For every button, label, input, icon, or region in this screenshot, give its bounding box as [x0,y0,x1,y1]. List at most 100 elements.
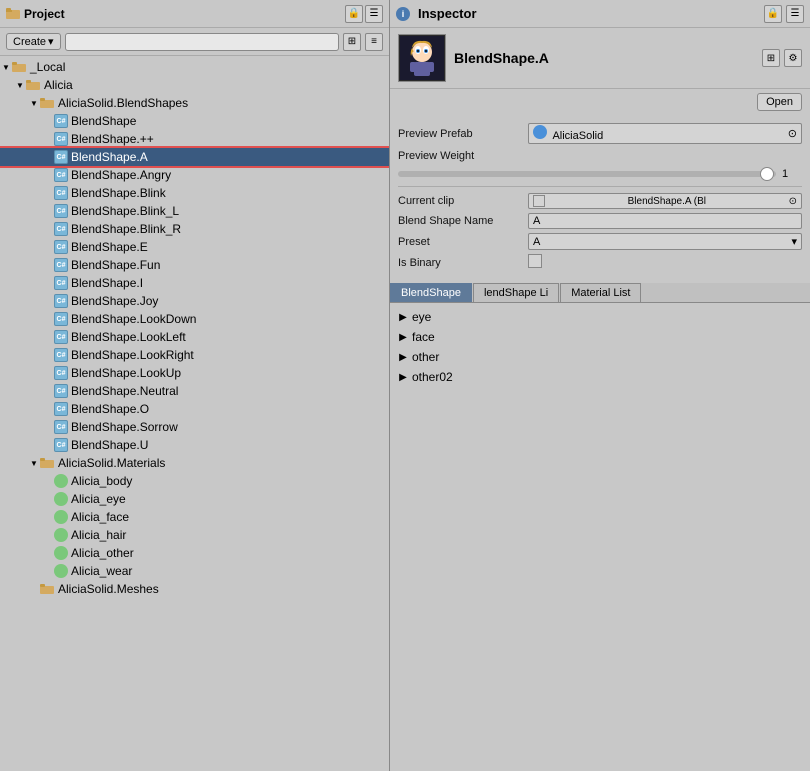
tree-item-bs-blink-r[interactable]: C#BlendShape.Blink_R [0,220,389,238]
project-tree: ▼ _Local▼ Alicia▼ AliciaSolid.BlendShape… [0,56,389,771]
tree-item-alicia-materials[interactable]: ▼ AliciaSolid.Materials [0,454,389,472]
open-button[interactable]: Open [757,93,802,111]
clip-dropdown[interactable]: BlendShape.A (Bl ⊙ [528,193,802,209]
tree-label-alicia-materials: AliciaSolid.Materials [58,456,165,470]
tree-item-bs-i[interactable]: C#BlendShape.I [0,274,389,292]
material-icon-other [54,546,68,560]
inspector-item-eye[interactable]: ▶eye [390,307,810,327]
tree-label-bs-lookleft: BlendShape.LookLeft [71,330,186,344]
tree-item-alicia-meshes[interactable]: AliciaSolid.Meshes [0,580,389,598]
preset-dropdown[interactable]: A ▾ [528,233,802,250]
tree-label-bs-blink: BlendShape.Blink [71,186,166,200]
script-icon-bs-pp: C# [54,132,68,146]
is-binary-value [528,254,802,271]
inspector-menu-icon[interactable]: ☰ [786,5,804,23]
tree-item-body[interactable]: Alicia_body [0,472,389,490]
arrow-local: ▼ [0,63,12,72]
folder-icon-alicia-meshes [40,583,56,595]
project-title: Project [6,7,345,21]
asset-icon-btn[interactable]: ⊞ [762,49,780,67]
slider-value: 1 [782,168,802,180]
prefab-dropdown[interactable]: AliciaSolid ⊙ [528,123,802,144]
is-binary-checkbox[interactable] [528,254,542,268]
tree-item-alicia-blendshapes[interactable]: ▼ AliciaSolid.BlendShapes [0,94,389,112]
filter-icon[interactable]: ⊞ [343,33,361,51]
folder-icon [6,7,20,21]
tree-item-alicia[interactable]: ▼ Alicia [0,76,389,94]
tab-bar: BlendShapelendShape LiMaterial List [390,283,810,303]
script-icon-bs-lookdown: C# [54,312,68,326]
inspector-lock-icon[interactable]: 🔒 [764,5,782,23]
material-icon-face [54,510,68,524]
material-icon-hair [54,528,68,542]
tree-label-hair: Alicia_hair [71,528,126,542]
tree-item-bs-lookleft[interactable]: C#BlendShape.LookLeft [0,328,389,346]
tab-material-list[interactable]: Material List [560,283,641,302]
tree-item-local[interactable]: ▼ _Local [0,58,389,76]
tree-label-bs-neutral: BlendShape.Neutral [71,384,178,398]
script-icon-bs-sorrow: C# [54,420,68,434]
tree-item-bs-sorrow[interactable]: C#BlendShape.Sorrow [0,418,389,436]
inspector-item-face[interactable]: ▶ face [390,327,810,347]
open-btn-row: Open [390,89,810,115]
clip-checkbox [533,195,545,207]
tree-item-bs-joy[interactable]: C#BlendShape.Joy [0,292,389,310]
script-icon-bs-fun: C# [54,258,68,272]
tab-blendshape[interactable]: BlendShape [390,283,472,302]
asset-gear-btn[interactable]: ⚙ [784,49,802,67]
search-input[interactable] [65,33,339,51]
folder-icon-alicia [26,79,42,91]
tree-item-other[interactable]: Alicia_other [0,544,389,562]
weight-slider[interactable] [398,171,776,177]
inspector-item-other[interactable]: ▶other [390,347,810,367]
layout-icon[interactable]: ≡ [365,33,383,51]
tree-item-bs-e[interactable]: C#BlendShape.E [0,238,389,256]
blend-shape-name-input[interactable]: A [528,213,802,229]
tab-lendshape-li[interactable]: lendShape Li [473,283,559,302]
header-icons: 🔒 ☰ [345,5,383,23]
tree-item-bs-fun[interactable]: C#BlendShape.Fun [0,256,389,274]
inspector-title: Inspector [418,6,760,21]
tree-item-bs-o[interactable]: C#BlendShape.O [0,400,389,418]
tree-item-eye[interactable]: Alicia_eye [0,490,389,508]
preview-prefab-row: Preview Prefab AliciaSolid ⊙ [398,121,802,146]
asset-name-container: BlendShape.A [454,50,754,66]
lock-icon[interactable]: 🔒 [345,5,363,23]
inspector-header: i Inspector 🔒 ☰ [390,0,810,28]
script-icon-bs-lookup: C# [54,366,68,380]
tree-item-bs-a[interactable]: C#BlendShape.A [0,148,389,166]
tree-item-bs-neutral[interactable]: C#BlendShape.Neutral [0,382,389,400]
tree-item-bs-lookdown[interactable]: C#BlendShape.LookDown [0,310,389,328]
script-icon-bs-lookleft: C# [54,330,68,344]
inspector-item-other02[interactable]: ▶other02 [390,367,810,387]
tri-arrow-eye: ▶ [398,312,408,322]
is-binary-label: Is Binary [398,257,528,269]
script-icon-bs-neutral: C# [54,384,68,398]
tree-item-bs-blink-l[interactable]: C#BlendShape.Blink_L [0,202,389,220]
tree-item-bs-blink[interactable]: C#BlendShape.Blink [0,184,389,202]
tree-item-bs-angry[interactable]: C#BlendShape.Angry [0,166,389,184]
tree-item-bs-pp[interactable]: C#BlendShape.++ [0,130,389,148]
tree-item-bs-lookup[interactable]: C#BlendShape.LookUp [0,364,389,382]
tree-label-body: Alicia_body [71,474,132,488]
arrow-alicia: ▼ [14,81,26,90]
preview-weight-label: Preview Weight [398,150,528,162]
slider-thumb[interactable] [760,167,774,181]
tree-label-eye: Alicia_eye [71,492,126,506]
script-icon-bs-u: C# [54,438,68,452]
create-button[interactable]: Create ▾ [6,33,61,50]
tri-arrow-face: ▶ [398,332,408,342]
tree-item-face[interactable]: Alicia_face [0,508,389,526]
tree-item-bs-u[interactable]: C#BlendShape.U [0,436,389,454]
tree-label-local: _Local [30,60,65,74]
tree-item-bs-base[interactable]: C#BlendShape [0,112,389,130]
script-icon-bs-a: C# [54,150,68,164]
tree-item-hair[interactable]: Alicia_hair [0,526,389,544]
tree-item-wear[interactable]: Alicia_wear [0,562,389,580]
menu-icon[interactable]: ☰ [365,5,383,23]
project-panel-header: Project 🔒 ☰ [0,0,389,28]
asset-name: BlendShape.A [454,50,754,66]
inspector-label-face: face [412,330,435,344]
arrow-alicia-blendshapes: ▼ [28,99,40,108]
tree-item-bs-lookright[interactable]: C#BlendShape.LookRight [0,346,389,364]
